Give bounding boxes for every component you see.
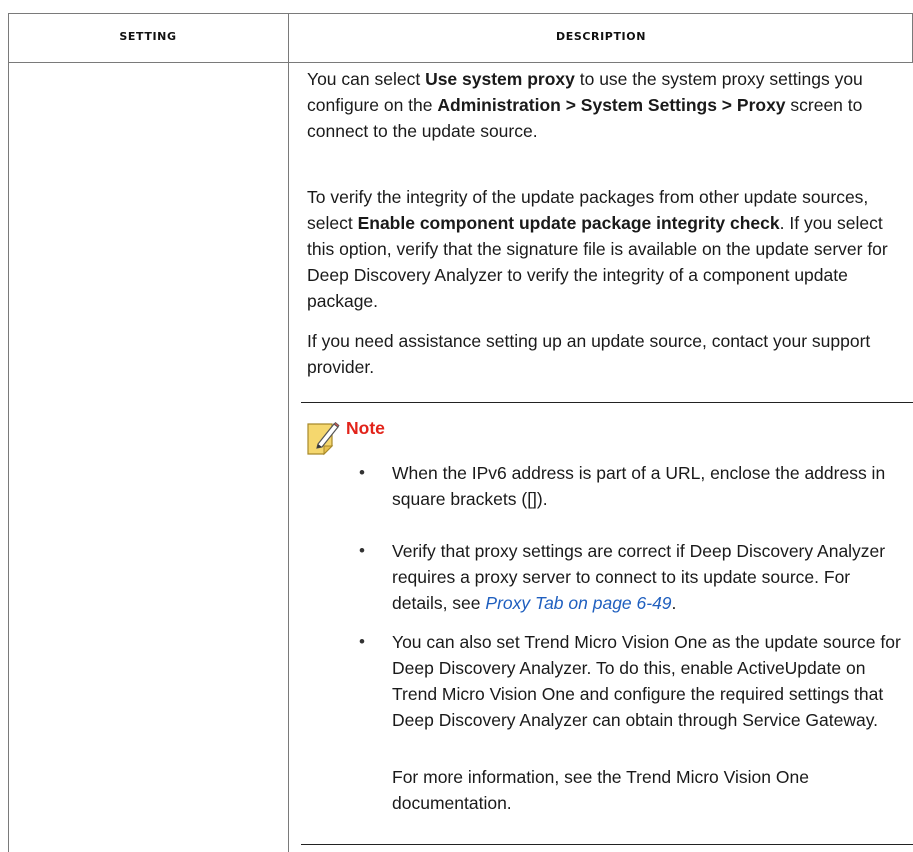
note-item-proxy: Verify that proxy settings are correct i… <box>392 538 910 616</box>
note-item-vision-one: You can also set Trend Micro Vision One … <box>392 632 901 730</box>
note-bottom-rule <box>301 844 913 845</box>
table-column-divider <box>288 13 289 852</box>
table-header-rule <box>8 62 913 63</box>
bullet-marker: • <box>359 541 365 560</box>
note-top-rule <box>301 402 913 403</box>
header-description: Description <box>555 26 647 44</box>
note-pencil-icon <box>307 421 340 456</box>
p1-bold-admin-path: Administration > System Settings > Proxy <box>437 95 786 115</box>
table-top-rule <box>8 13 913 14</box>
p2-bold-integrity-check: Enable component update package integrit… <box>357 213 780 233</box>
header-setting: Setting <box>119 26 177 44</box>
proxy-tab-link[interactable]: Proxy Tab on page 6-49 <box>485 593 671 613</box>
note-item-ipv6: When the IPv6 address is part of a URL, … <box>392 463 886 509</box>
table-left-border <box>8 13 9 852</box>
note-item-proxy-period: . <box>671 593 677 613</box>
p1-text-1: You can select <box>307 69 426 89</box>
p1-bold-use-system-proxy: Use system proxy <box>425 69 575 89</box>
description-paragraph-assistance: If you need assistance setting up an upd… <box>307 331 871 377</box>
bullet-marker: • <box>359 632 365 651</box>
note-title: Note <box>346 418 385 438</box>
note-item-vision-one-followup: For more information, see the Trend Micr… <box>392 767 809 813</box>
description-paragraph-system-proxy: You can select Use system proxy to use t… <box>307 66 907 144</box>
bullet-marker: • <box>359 463 365 482</box>
document-page: Setting Description You can select Use s… <box>0 0 913 852</box>
description-paragraph-integrity-check: To verify the integrity of the update pa… <box>307 184 907 314</box>
